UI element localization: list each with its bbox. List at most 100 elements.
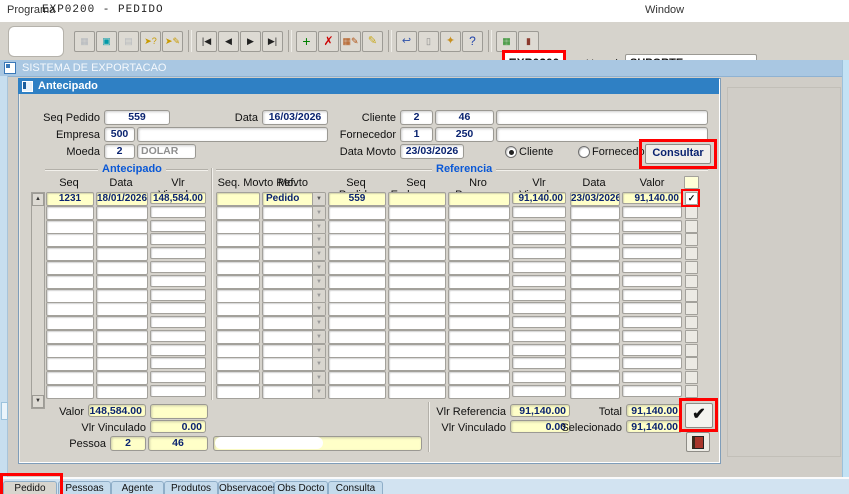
insert-record-button[interactable]: + <box>296 31 317 52</box>
cell-nro-processo[interactable] <box>448 192 510 206</box>
cell-seq-movto-ref[interactable] <box>216 233 260 247</box>
delete-record-button[interactable]: ✗ <box>318 31 339 52</box>
cell-seq-movto-ref[interactable] <box>216 247 260 261</box>
cell-valor[interactable] <box>622 357 682 369</box>
cell-seq-pedido[interactable] <box>328 233 386 247</box>
enter-query-button[interactable]: ➤✎ <box>162 31 183 52</box>
cell-vlr-vincular-ref[interactable] <box>512 220 566 232</box>
cell-movto[interactable]: ▼ <box>262 302 326 316</box>
cell-vlr-vincular[interactable] <box>150 316 206 328</box>
cell-valor[interactable] <box>622 302 682 314</box>
scroll-thumb[interactable] <box>1 402 8 420</box>
fornecedor-radio[interactable] <box>578 146 590 158</box>
cell-data[interactable] <box>96 220 148 234</box>
cell-movto[interactable]: ▼ <box>262 206 326 220</box>
consultar-button[interactable]: Consultar <box>645 144 711 164</box>
cell-nro-processo[interactable] <box>448 233 510 247</box>
seq-pedido-field[interactable]: 559 <box>104 110 170 125</box>
cell-seq-pedido[interactable] <box>328 206 386 220</box>
cell-data[interactable] <box>96 261 148 275</box>
cell-vlr-vincular[interactable] <box>150 220 206 232</box>
cell-valor[interactable] <box>622 275 682 287</box>
cell-data[interactable] <box>96 275 148 289</box>
cell-vlr-vincular[interactable] <box>150 330 206 342</box>
cell-valor[interactable] <box>622 344 682 356</box>
cell-vlr-vincular-ref[interactable] <box>512 206 566 218</box>
cell-seq-pedido[interactable] <box>328 289 386 303</box>
cell-seq-pedido[interactable] <box>328 220 386 234</box>
print-button[interactable]: ▤ <box>118 31 139 52</box>
cell-vlr-vincular[interactable] <box>150 275 206 287</box>
chevron-down-icon[interactable]: ▼ <box>312 207 325 219</box>
cell-valor[interactable] <box>622 261 682 273</box>
cell-movto[interactable]: ▼ <box>262 275 326 289</box>
cell-seq[interactable] <box>46 289 94 303</box>
chevron-down-icon[interactable]: ▼ <box>312 303 325 315</box>
cell-seq-embarque[interactable] <box>388 220 446 234</box>
cell-data[interactable] <box>96 302 148 316</box>
cell-data[interactable] <box>96 289 148 303</box>
cell-vlr-vincular-ref[interactable] <box>512 302 566 314</box>
cell-valor[interactable] <box>622 371 682 383</box>
chevron-down-icon[interactable]: ▼ <box>312 317 325 329</box>
tab-observacoes[interactable]: Observacoes <box>218 481 274 494</box>
cell-seq-pedido[interactable] <box>328 385 386 399</box>
cell-data-ref[interactable] <box>570 275 620 289</box>
cell-data-ref[interactable] <box>570 261 620 275</box>
cell-seq-pedido[interactable] <box>328 261 386 275</box>
cell-vlr-vincular-ref[interactable] <box>512 233 566 245</box>
cell-seq-embarque[interactable] <box>388 192 446 206</box>
tab-pessoas[interactable]: Pessoas <box>58 481 111 494</box>
mdi-right-scrollbar[interactable] <box>842 60 849 477</box>
row-checkbox[interactable] <box>685 275 698 288</box>
col-select-checkbox[interactable] <box>684 176 699 189</box>
cliente-code-field[interactable]: 2 <box>400 110 433 125</box>
cell-movto[interactable]: ▼ <box>262 233 326 247</box>
fornecedor-id-field[interactable]: 250 <box>435 127 494 142</box>
cell-seq-pedido[interactable] <box>328 275 386 289</box>
cell-seq[interactable] <box>46 220 94 234</box>
next-record-button[interactable]: ▶ <box>240 31 261 52</box>
clipboard-button[interactable]: ▯ <box>418 31 439 52</box>
cell-movto[interactable]: ▼ <box>262 220 326 234</box>
cell-seq[interactable]: 1231 <box>46 192 94 206</box>
cell-movto[interactable]: ▼ <box>262 344 326 358</box>
chevron-down-icon[interactable]: ▼ <box>312 372 325 384</box>
cell-data-ref[interactable] <box>570 206 620 220</box>
cell-vlr-vincular[interactable] <box>150 206 206 218</box>
cell-seq[interactable] <box>46 316 94 330</box>
cell-vlr-vincular-ref[interactable] <box>512 344 566 356</box>
row-checkbox[interactable] <box>685 316 698 329</box>
cell-movto[interactable]: ▼ <box>262 316 326 330</box>
cell-seq-movto-ref[interactable] <box>216 357 260 371</box>
cell-valor[interactable] <box>622 233 682 245</box>
cell-seq[interactable] <box>46 344 94 358</box>
cell-seq-movto-ref[interactable] <box>216 316 260 330</box>
cell-seq-pedido[interactable] <box>328 371 386 385</box>
cell-nro-processo[interactable] <box>448 344 510 358</box>
row-checkbox[interactable] <box>685 289 698 302</box>
cell-data-ref[interactable] <box>570 385 620 399</box>
cell-seq-embarque[interactable] <box>388 344 446 358</box>
keys-button[interactable]: ✦ <box>440 31 461 52</box>
cell-data-ref[interactable] <box>570 371 620 385</box>
cell-seq-embarque[interactable] <box>388 247 446 261</box>
save-button[interactable]: ▦ <box>74 31 95 52</box>
cell-seq-embarque[interactable] <box>388 357 446 371</box>
cell-data-ref[interactable] <box>570 247 620 261</box>
chevron-down-icon[interactable]: ▼ <box>312 290 325 302</box>
cell-data[interactable] <box>96 357 148 371</box>
cell-vlr-vincular[interactable] <box>150 385 206 397</box>
cell-nro-processo[interactable] <box>448 330 510 344</box>
help-button[interactable]: ? <box>462 31 483 52</box>
row-checkbox[interactable] <box>685 344 698 357</box>
cliente-name-field[interactable] <box>496 110 708 125</box>
chevron-down-icon[interactable]: ▼ <box>312 358 325 370</box>
cell-nro-processo[interactable] <box>448 275 510 289</box>
edit-grid-button[interactable]: ▦✎ <box>340 31 361 52</box>
first-record-button[interactable]: |◀ <box>196 31 217 52</box>
cell-nro-processo[interactable] <box>448 220 510 234</box>
cell-vlr-vincular[interactable] <box>150 289 206 301</box>
cell-seq-embarque[interactable] <box>388 302 446 316</box>
cell-nro-processo[interactable] <box>448 247 510 261</box>
